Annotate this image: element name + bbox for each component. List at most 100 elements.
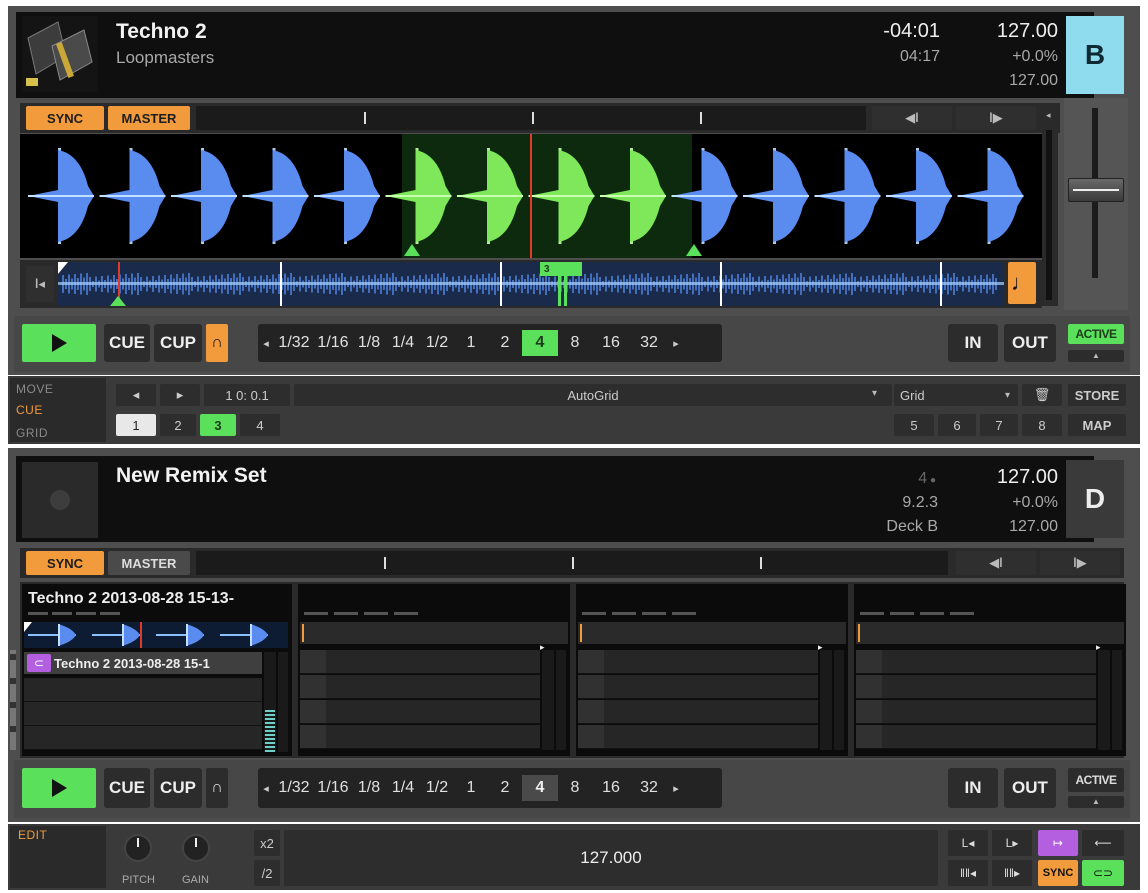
- deck-b-loop-in-button[interactable]: IN: [948, 324, 998, 362]
- deck-d-loop-size-4[interactable]: 4: [522, 775, 558, 801]
- deck-d-beatjump-forward-button[interactable]: ǀ▶: [1040, 551, 1120, 575]
- remix-slot-1-fader[interactable]: [278, 652, 288, 752]
- deck-d-loop-out-button[interactable]: OUT: [1004, 768, 1056, 808]
- deck-d-beatjump-back-button[interactable]: ◀ǀ: [956, 551, 1036, 575]
- remix-slot-4-cell-3[interactable]: [856, 700, 1096, 724]
- hotcue-7[interactable]: 7: [980, 414, 1018, 436]
- hotcue-8[interactable]: 8: [1022, 414, 1062, 436]
- hotcue-5[interactable]: 5: [894, 414, 934, 436]
- hotcue-2[interactable]: 2: [160, 414, 196, 436]
- hotcue-4[interactable]: 4: [240, 414, 280, 436]
- edit-loop-button[interactable]: ⊂⊃: [1082, 860, 1124, 886]
- deck-b-loop-size-8[interactable]: 8: [558, 330, 592, 356]
- pitch-knob[interactable]: [124, 834, 152, 862]
- remix-slot-3-cell-2[interactable]: [578, 675, 818, 699]
- deck-d-flux-button[interactable]: ∩: [206, 768, 228, 808]
- deck-d-loop-size-1[interactable]: 1: [454, 775, 488, 801]
- remix-slot-4-fader[interactable]: [1112, 650, 1122, 750]
- loop-size-left-icon[interactable]: ◂: [258, 782, 274, 795]
- mode-cue[interactable]: CUE: [16, 403, 43, 417]
- deck-d-loop-size-16[interactable]: 16: [592, 775, 630, 801]
- deck-b-loop-size-1-2[interactable]: 1/2: [420, 330, 454, 356]
- cue-store-button[interactable]: STORE: [1068, 384, 1126, 406]
- deck-b-loop-size-1-32[interactable]: 1/32: [274, 330, 314, 356]
- tempo-bpm-field[interactable]: 127.000: [284, 830, 938, 886]
- remix-slot-4-cell-4[interactable]: [856, 725, 1096, 749]
- deck-b-loop-size-1-16[interactable]: 1/16: [314, 330, 352, 356]
- deck-b-waveform-scrollbar[interactable]: ◂: [1042, 106, 1058, 306]
- remix-slot-2-cell-4[interactable]: [300, 725, 540, 749]
- deck-d-loop-size-8[interactable]: 8: [558, 775, 592, 801]
- deck-d-loop-size-1-2[interactable]: 1/2: [420, 775, 454, 801]
- move-right-button[interactable]: L▸: [992, 830, 1032, 856]
- deck-b-loop-size-32[interactable]: 32: [630, 330, 668, 356]
- mode-grid[interactable]: GRID: [16, 426, 48, 440]
- deck-d-cue-button[interactable]: CUE: [104, 768, 150, 808]
- remix-slot-3-cell-1[interactable]: [578, 650, 818, 674]
- deck-b-letter[interactable]: B: [1066, 16, 1124, 94]
- deck-b-track-overview[interactable]: [58, 262, 1004, 306]
- cue-type-select[interactable]: Grid ▾: [894, 384, 1018, 406]
- deck-b-cue-button[interactable]: CUE: [104, 324, 150, 362]
- loop-move-button[interactable]: ↦: [1038, 830, 1078, 856]
- move-left-button[interactable]: L◂: [948, 830, 988, 856]
- hotcue-6[interactable]: 6: [938, 414, 976, 436]
- cue-next-button[interactable]: ▸: [160, 384, 200, 406]
- deck-b-loop-size-1[interactable]: 1: [454, 330, 488, 356]
- deck-b-loop-size-1-4[interactable]: 1/4: [386, 330, 420, 356]
- deck-b-beatjump-back-button[interactable]: ◀ǀ: [872, 106, 952, 130]
- deck-b-flux-button[interactable]: ∩: [206, 324, 228, 362]
- cue-prev-button[interactable]: ◂: [116, 384, 156, 406]
- deck-d-play-button[interactable]: [22, 768, 96, 808]
- deck-b-loop-size-4[interactable]: 4: [522, 330, 558, 356]
- edit-sync-button[interactable]: SYNC: [1038, 860, 1078, 886]
- deck-b-keylock-button[interactable]: ♩: [1008, 262, 1036, 304]
- deck-b-master-button[interactable]: MASTER: [108, 106, 190, 130]
- remix-slot-3-fader[interactable]: [834, 650, 844, 750]
- tempo-half-button[interactable]: /2: [254, 860, 280, 886]
- deck-b-play-button[interactable]: [22, 324, 96, 362]
- beat-forward-button[interactable]: ǁǁ▸: [992, 860, 1032, 886]
- mode-move[interactable]: MOVE: [16, 382, 53, 396]
- deck-d-active-button[interactable]: ACTIVE: [1068, 768, 1124, 792]
- gain-knob[interactable]: [182, 834, 210, 862]
- deck-b-beatjump-forward-button[interactable]: ǀ▶: [956, 106, 1036, 130]
- deck-d-loop-size-2[interactable]: 2: [488, 775, 522, 801]
- deck-b-active-button[interactable]: ACTIVE: [1068, 324, 1124, 344]
- deck-d-master-button[interactable]: MASTER: [108, 551, 190, 575]
- cue-delete-button[interactable]: 🗑: [1022, 384, 1062, 406]
- remix-slot-2-cell-1[interactable]: [300, 650, 540, 674]
- remix-slot-2-cell-3[interactable]: [300, 700, 540, 724]
- deck-b-track-start-button[interactable]: ǀ◂: [26, 266, 54, 302]
- tempo-x2-button[interactable]: x2: [254, 830, 280, 856]
- deck-b-sync-button[interactable]: SYNC: [26, 106, 104, 130]
- cue-name-dropdown-icon[interactable]: ▾: [872, 388, 877, 399]
- remix-cell-1[interactable]: ⊂ Techno 2 2013-08-28 15-1: [24, 652, 262, 674]
- deck-b-loop-out-button[interactable]: OUT: [1004, 324, 1056, 362]
- deck-d-collapse-button[interactable]: ▲: [1068, 796, 1124, 808]
- deck-d-cup-button[interactable]: CUP: [154, 768, 202, 808]
- remix-slot-3-cell-4[interactable]: [578, 725, 818, 749]
- loop-size-left-icon[interactable]: ◂: [258, 337, 274, 350]
- deck-b-cup-button[interactable]: CUP: [154, 324, 202, 362]
- deck-d-loop-size-1-16[interactable]: 1/16: [314, 775, 352, 801]
- deck-b-waveform[interactable]: [20, 134, 1042, 258]
- deck-d-letter[interactable]: D: [1066, 460, 1124, 538]
- deck-d-loop-size-32[interactable]: 32: [630, 775, 668, 801]
- deck-d-loop-size-1-8[interactable]: 1/8: [352, 775, 386, 801]
- cue-name-field[interactable]: AutoGrid: [294, 384, 892, 406]
- back-arrow-button[interactable]: ⟵: [1082, 830, 1124, 856]
- deck-b-tempo-fader[interactable]: [1068, 178, 1124, 202]
- loop-size-right-icon[interactable]: ▸: [668, 337, 684, 350]
- deck-d-sync-button[interactable]: SYNC: [26, 551, 104, 575]
- hotcue-1[interactable]: 1: [116, 414, 156, 436]
- remix-slot-2-fader[interactable]: [556, 650, 566, 750]
- hotcue-3[interactable]: 3: [200, 414, 236, 436]
- remix-slot-4-cell-1[interactable]: [856, 650, 1096, 674]
- deck-d-loop-size-1-32[interactable]: 1/32: [274, 775, 314, 801]
- cue-map-button[interactable]: MAP: [1068, 414, 1126, 436]
- deck-b-loop-size-2[interactable]: 2: [488, 330, 522, 356]
- beat-back-button[interactable]: ǁǁ◂: [948, 860, 988, 886]
- loop-size-right-icon[interactable]: ▸: [668, 782, 684, 795]
- remix-slot-3-cell-3[interactable]: [578, 700, 818, 724]
